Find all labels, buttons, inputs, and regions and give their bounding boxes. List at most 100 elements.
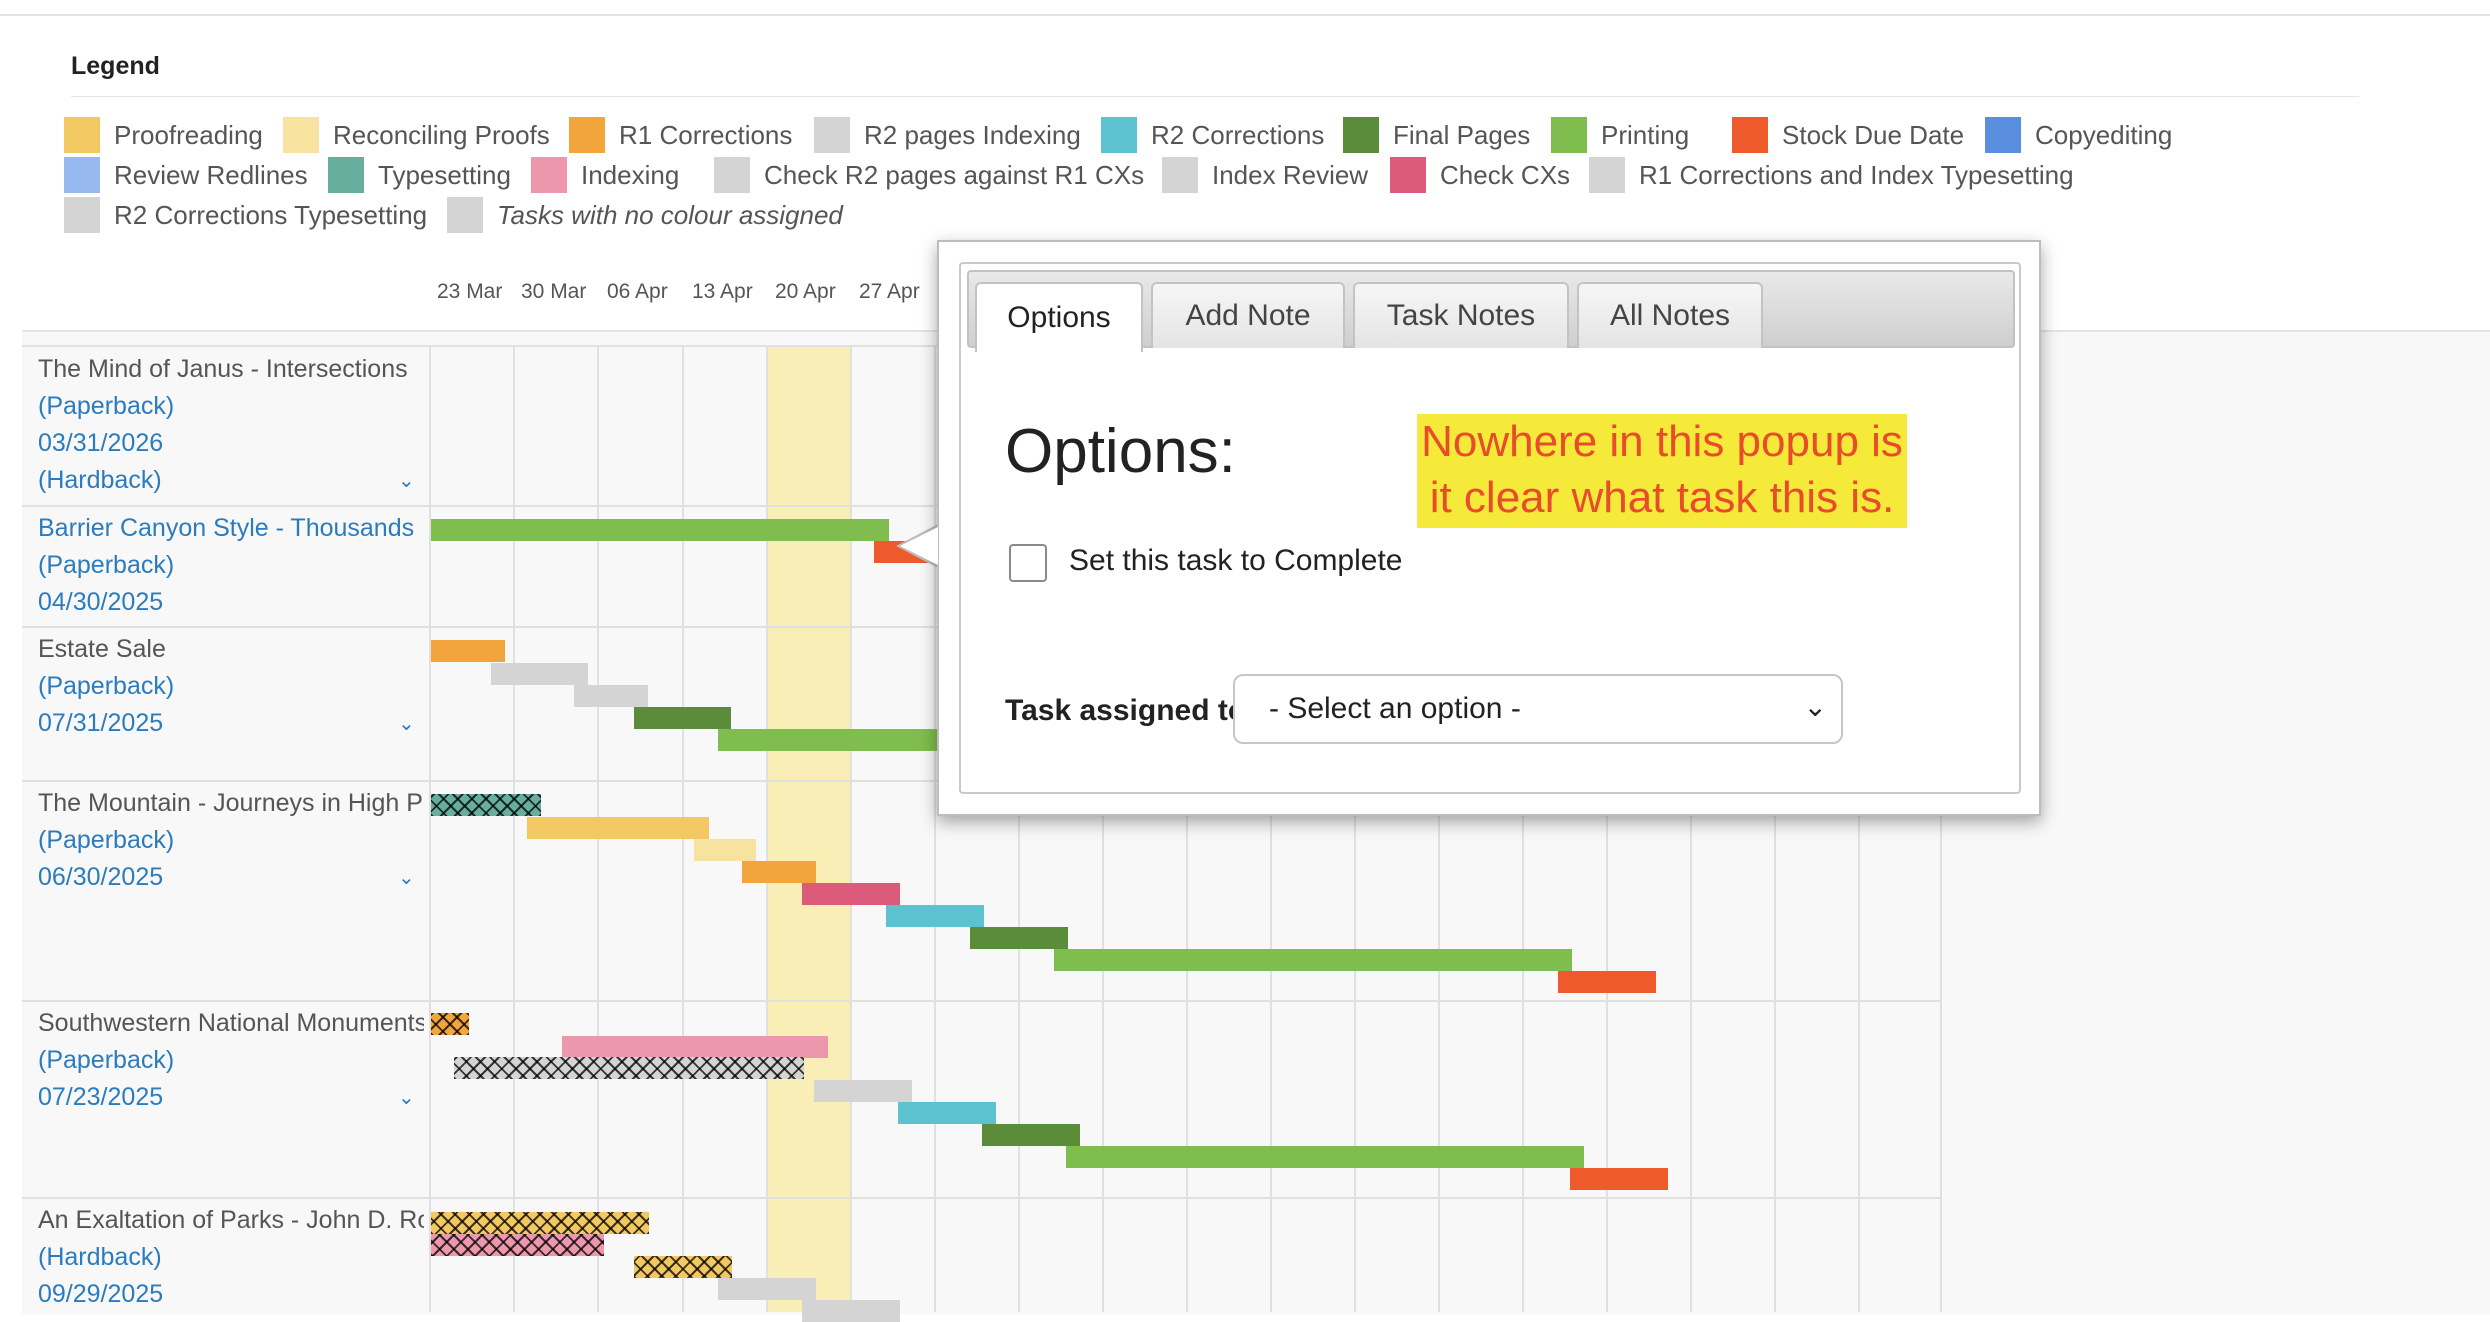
task-bar-r2-corrections[interactable]	[886, 905, 984, 927]
legend-swatch	[531, 157, 567, 193]
row-title[interactable]: The Mountain - Journeys in High Places	[38, 785, 424, 822]
task-bar-final-pages[interactable]	[982, 1124, 1080, 1146]
date-label: 13 Apr	[692, 280, 753, 303]
chevron-double-down-icon[interactable]: ⌄	[398, 865, 415, 890]
row-title[interactable]: Southwestern National Monuments	[38, 1005, 424, 1042]
task-bar-reconciling-proofs[interactable]	[694, 839, 756, 861]
task-bar-r2-pages-indexing[interactable]	[491, 663, 588, 685]
row-title[interactable]: An Exaltation of Parks - John D. Rockefe…	[38, 1202, 424, 1239]
format-link[interactable]: (Paperback)	[38, 668, 424, 705]
legend-item-r1-corrections: R1 Corrections	[569, 117, 792, 153]
task-bar-printing[interactable]	[1066, 1146, 1584, 1168]
chevron-double-down-icon[interactable]: ⌄	[398, 1085, 415, 1110]
task-bar-indexing-overdue[interactable]	[431, 1234, 604, 1256]
task-bar-printing[interactable]	[1054, 949, 1572, 971]
top-divider	[0, 14, 2490, 16]
format-link[interactable]: (Hardback)	[38, 1239, 424, 1276]
gantt-row-label: Southwestern National Monuments (Paperba…	[38, 1005, 424, 1116]
task-bar-printing[interactable]	[718, 729, 938, 751]
task-bar-r1-corrections-overdue[interactable]	[431, 1013, 469, 1035]
legend-item-proofreading: Proofreading	[64, 117, 263, 153]
due-date-link[interactable]: 07/23/2025	[38, 1079, 424, 1116]
legend-swatch	[1343, 117, 1379, 153]
format-link[interactable]: (Paperback)	[38, 388, 424, 425]
format-link[interactable]: (Hardback)	[38, 462, 424, 499]
legend-item-review-redlines: Review Redlines	[64, 157, 308, 193]
task-bar-proofreading[interactable]	[527, 817, 709, 839]
legend-item-reconciling-proofs: Reconciling Proofs	[283, 117, 550, 153]
task-bar-reconciling-proofs[interactable]	[718, 1278, 816, 1300]
due-date-link[interactable]: 06/30/2025	[38, 859, 424, 896]
row-title[interactable]: Barrier Canyon Style - Thousands	[38, 510, 424, 547]
complete-checkbox-label[interactable]: Set this task to Complete	[1069, 544, 1403, 578]
task-bar-index-review[interactable]	[802, 1300, 900, 1322]
grid-line	[850, 345, 852, 1312]
date-label: 27 Apr	[859, 280, 920, 303]
task-bar-printing[interactable]	[431, 519, 889, 541]
task-bar-final-pages[interactable]	[634, 707, 731, 729]
format-link[interactable]: (Paperback)	[38, 822, 424, 859]
task-bar-final-pages[interactable]	[970, 927, 1068, 949]
legend-swatch	[1390, 157, 1426, 193]
annotation-note: Nowhere in this popup is it clear what t…	[1417, 414, 1907, 528]
task-bar-r2-pages-indexing-overdue[interactable]	[454, 1057, 804, 1079]
format-link[interactable]: (Paperback)	[38, 1042, 424, 1079]
gantt-row-label: Estate Sale (Paperback) 07/31/2025	[38, 631, 424, 742]
grid-line	[429, 345, 431, 1312]
task-bar-check-cxs[interactable]	[802, 883, 900, 905]
chevron-double-down-icon[interactable]: ⌄	[398, 711, 415, 736]
legend-item-check-cxs: Check CXs	[1390, 157, 1570, 193]
legend-item-copyediting: Copyediting	[1985, 117, 2172, 153]
legend-swatch	[1732, 117, 1768, 153]
legend-swatch	[1985, 117, 2021, 153]
legend-swatch	[814, 117, 850, 153]
row-separator	[22, 1000, 1942, 1002]
legend-swatch	[64, 157, 100, 193]
tab-all-notes[interactable]: All Notes	[1577, 282, 1763, 348]
legend-item-final-pages: Final Pages	[1343, 117, 1530, 153]
row-separator	[22, 1197, 1942, 1199]
due-date-link[interactable]: 07/31/2025	[38, 705, 424, 742]
task-bar-stock-due-date[interactable]	[1570, 1168, 1668, 1190]
legend-item-no-colour: Tasks with no colour assigned	[447, 197, 843, 233]
assignee-select[interactable]: - Select an option - ⌄	[1233, 674, 1843, 744]
task-bar-proofreading-overdue[interactable]	[431, 1212, 649, 1234]
due-date-link[interactable]: 09/29/2025	[38, 1276, 424, 1313]
gantt-row-label: The Mind of Janus - Intersections (Paper…	[38, 351, 424, 499]
legend-swatch	[1589, 157, 1625, 193]
legend-swatch	[1551, 117, 1587, 153]
task-options-popup: Options Add Note Task Notes All Notes Op…	[937, 240, 2041, 816]
task-bar-typesetting-overdue[interactable]	[431, 794, 541, 816]
task-bar-r2-corrections[interactable]	[898, 1102, 996, 1124]
complete-checkbox[interactable]	[1009, 544, 1047, 582]
date-label: 30 Mar	[521, 280, 587, 303]
task-bar-check-r2-pages[interactable]	[814, 1080, 912, 1102]
tab-task-notes[interactable]: Task Notes	[1353, 282, 1569, 348]
grid-line	[513, 345, 515, 1312]
chevron-double-down-icon[interactable]: ⌄	[398, 468, 415, 493]
format-link[interactable]: (Paperback)	[38, 547, 424, 584]
legend-item-printing: Printing	[1551, 117, 1689, 153]
task-assigned-label: Task assigned to:	[1005, 694, 1257, 727]
row-title[interactable]: Estate Sale	[38, 631, 424, 668]
due-date-link[interactable]: 04/30/2025	[38, 584, 424, 621]
tab-add-note[interactable]: Add Note	[1151, 282, 1345, 348]
chevron-down-icon: ⌄	[1803, 691, 1827, 722]
task-bar-proofreading-overdue[interactable]	[634, 1256, 732, 1278]
legend-item-check-r2-pages: Check R2 pages against R1 CXs	[714, 157, 1144, 193]
legend-divider	[71, 96, 2359, 97]
row-title[interactable]: The Mind of Janus - Intersections	[38, 351, 424, 388]
due-date-link[interactable]: 03/31/2026	[38, 425, 424, 462]
task-bar-indexing[interactable]	[562, 1036, 828, 1058]
task-bar-r1-corrections[interactable]	[431, 640, 505, 662]
legend-item-r2-pages-indexing: R2 pages Indexing	[814, 117, 1081, 153]
gantt-row-label: An Exaltation of Parks - John D. Rockefe…	[38, 1202, 424, 1313]
assignee-select-value: - Select an option -	[1269, 692, 1521, 725]
tab-options[interactable]: Options	[975, 282, 1143, 352]
legend-swatch	[714, 157, 750, 193]
popup-dialog: Options Add Note Task Notes All Notes Op…	[959, 262, 2021, 794]
task-bar-stock-due-date[interactable]	[1558, 971, 1656, 993]
task-bar-r1-corrections[interactable]	[742, 861, 816, 883]
task-bar-check-r2-pages[interactable]	[574, 685, 648, 707]
grid-line	[766, 345, 768, 1312]
